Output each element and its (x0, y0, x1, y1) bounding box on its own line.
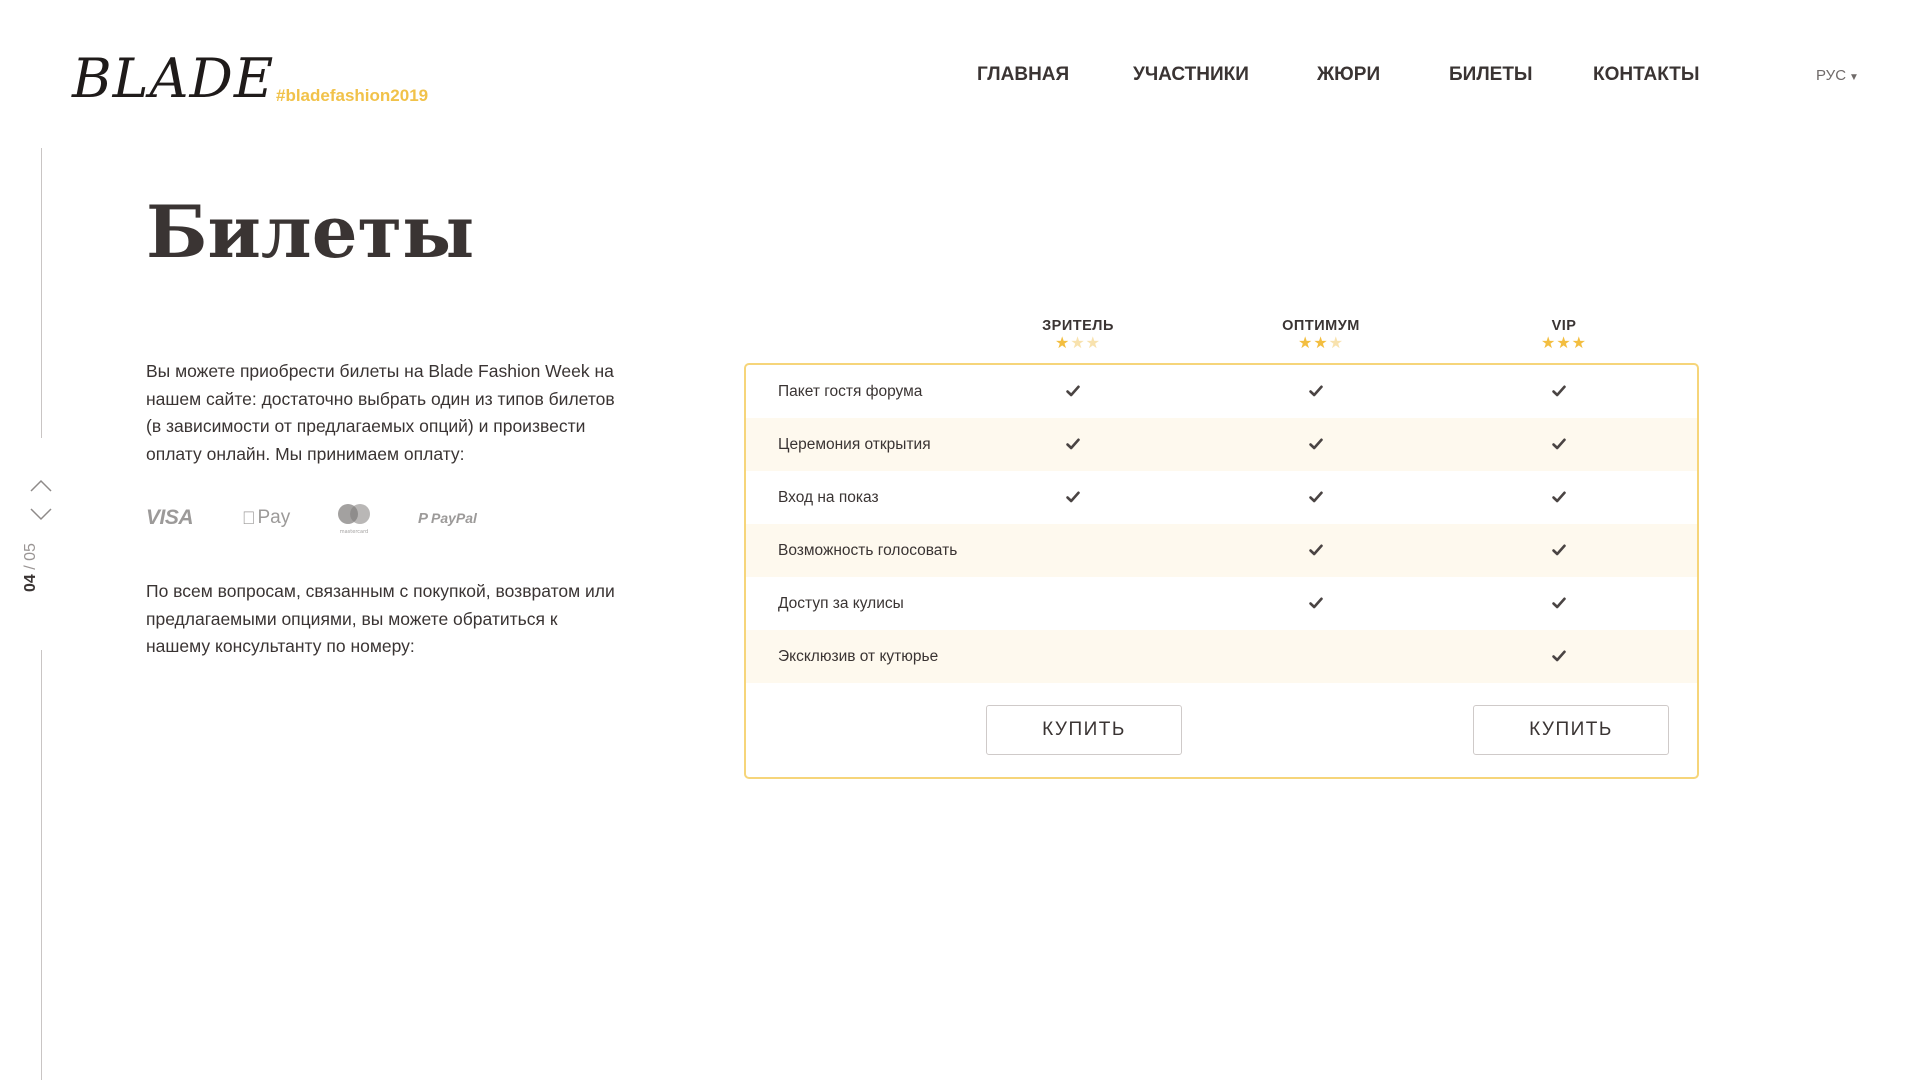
mastercard-label: mastercard (340, 529, 368, 535)
check-icon (1551, 383, 1567, 399)
feature-row: Пакет гостя форума (746, 365, 1697, 418)
page-separator: / (22, 565, 39, 570)
check-icon (1551, 648, 1567, 664)
rail-line-bottom (41, 650, 42, 1080)
nav-item-jury[interactable]: ЖЮРИ (1317, 64, 1380, 86)
page-counter: 04 / 05 (22, 543, 40, 592)
paypal-label: PayPal (431, 510, 477, 526)
check-icon (1308, 436, 1324, 452)
check-icon (1065, 436, 1081, 452)
visa-logo: VISA (146, 506, 194, 529)
star-rating: ★★★ (1241, 336, 1401, 352)
star-filled-icon: ★ (1571, 335, 1588, 352)
page-current: 04 (22, 574, 39, 592)
star-filled-icon: ★ (1313, 335, 1329, 352)
star-filled-icon: ★ (1297, 335, 1314, 352)
check-icon (1065, 383, 1081, 399)
language-label: РУС (1816, 67, 1847, 84)
tier-name: VIP (1551, 318, 1577, 334)
buy-vip-button[interactable]: КУПИТЬ (1473, 705, 1669, 755)
feature-label: Пакет гостя форума (778, 383, 923, 400)
star-empty-icon: ★ (1085, 335, 1102, 352)
feature-row: Доступ за кулисы (746, 577, 1697, 630)
contact-text: По всем вопросам, связанным с покупкой, … (146, 581, 615, 656)
feature-row: Церемония открытия (746, 418, 1697, 471)
caret-down-icon: ▼ (1849, 72, 1859, 83)
intro-text: Вы можете приобрести билеты на Blade Fas… (146, 361, 615, 464)
page-total: 05 (22, 543, 39, 561)
nav-item-contacts[interactable]: КОНТАКТЫ (1593, 64, 1700, 86)
star-filled-icon: ★ (1054, 335, 1071, 352)
check-icon (1551, 595, 1567, 611)
check-icon (1308, 383, 1324, 399)
star-rating: ★★★ (998, 336, 1158, 352)
page: BLADE #bladefashion2019 ГЛАВНАЯ УЧАСТНИК… (0, 0, 1920, 1080)
apple-pay-logo: Pay (242, 500, 290, 536)
page-title: Билеты (146, 189, 475, 274)
feature-label: Вход на показ (778, 489, 879, 506)
check-icon (1551, 542, 1567, 558)
nav-item-tickets[interactable]: БИЛЕТЫ (1433, 64, 1548, 89)
check-icon (1308, 595, 1324, 611)
check-icon (1308, 489, 1324, 505)
tier-viewer: ЗРИТЕЛЬ ★★★ (998, 318, 1158, 352)
ticket-comparison-table: Пакет гостя форума Церемония открытия Вход… (744, 363, 1699, 779)
rail-line-top (41, 148, 42, 438)
tier-vip: VIP ★★★ (1484, 318, 1644, 352)
feature-row: Эксклюзив от кутюрье (746, 630, 1697, 683)
star-empty-icon: ★ (1328, 335, 1345, 352)
feature-row: Возможность голосовать (746, 524, 1697, 577)
apple-icon:  (242, 508, 256, 529)
tier-optimum: ОПТИМУМ ★★★ (1241, 318, 1401, 352)
chevron-up-icon[interactable] (28, 476, 54, 496)
tier-name: ЗРИТЕЛЬ (1042, 318, 1114, 334)
star-rating: ★★★ (1484, 336, 1644, 352)
paypal-icon: P (418, 509, 429, 527)
nav-item-participants[interactable]: УЧАСТНИКИ (1133, 64, 1249, 86)
feature-label: Возможность голосовать (778, 542, 958, 559)
feature-label: Эксклюзив от кутюрье (778, 648, 939, 665)
nav-item-home[interactable]: ГЛАВНАЯ (977, 64, 1069, 86)
feature-label: Церемония открытия (778, 436, 931, 453)
star-empty-icon: ★ (1070, 335, 1086, 352)
feature-label: Доступ за кулисы (778, 595, 904, 612)
check-icon (1551, 436, 1567, 452)
apple-pay-label: Pay (244, 507, 291, 528)
mastercard-logo: mastercard (334, 500, 374, 536)
chevron-down-icon[interactable] (28, 504, 54, 524)
tier-name: ОПТИМУМ (1282, 318, 1360, 334)
main-nav: ГЛАВНАЯ УЧАСТНИКИ ЖЮРИ БИЛЕТЫ КОНТАКТЫ (0, 64, 1920, 94)
tier-headers: ЗРИТЕЛЬ ★★★ ОПТИМУМ ★★★ VIP ★★★ (0, 318, 1920, 358)
star-filled-icon: ★ (1540, 335, 1557, 352)
check-icon (1065, 489, 1081, 505)
buy-viewer-button[interactable]: КУПИТЬ (986, 705, 1182, 755)
check-icon (1551, 489, 1567, 505)
check-icon (1308, 542, 1324, 558)
paypal-logo: P PayPal (418, 500, 477, 536)
language-selector[interactable]: РУС ▼ (1816, 67, 1859, 84)
star-filled-icon: ★ (1556, 335, 1572, 352)
feature-row: Вход на показ (746, 471, 1697, 524)
